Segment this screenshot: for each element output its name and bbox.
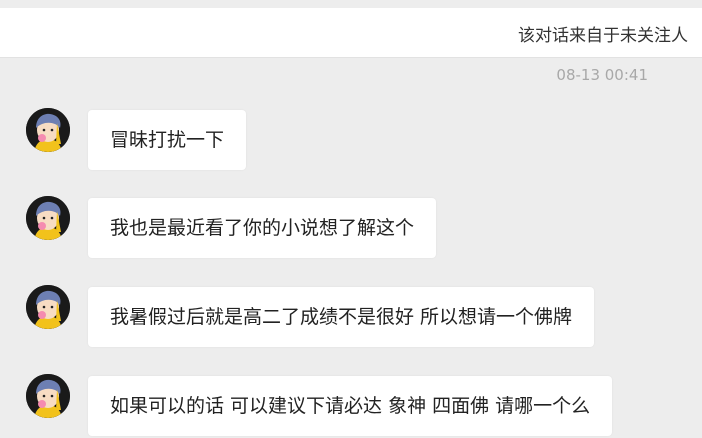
unfollowed-notice: 该对话来自于未关注人 [518, 26, 688, 46]
message-bubble[interactable]: 如果可以的话 可以建议下请必达 象神 四面佛 请哪一个么 [88, 376, 613, 436]
avatar-icon[interactable] [26, 374, 70, 418]
message-bubble[interactable]: 冒昧打扰一下 [88, 110, 247, 170]
avatar-icon[interactable] [26, 196, 70, 240]
avatar-icon[interactable] [26, 108, 70, 152]
message-bubble[interactable]: 我暑假过后就是高二了成绩不是很好 所以想请一个佛牌 [88, 287, 595, 347]
chat-header: 该对话来自于未关注人 [0, 8, 702, 58]
message-bubble[interactable]: 我也是最近看了你的小说想了解这个 [88, 198, 437, 258]
message-timestamp: 08-13 00:41 [556, 66, 648, 84]
avatar-icon[interactable] [26, 285, 70, 329]
